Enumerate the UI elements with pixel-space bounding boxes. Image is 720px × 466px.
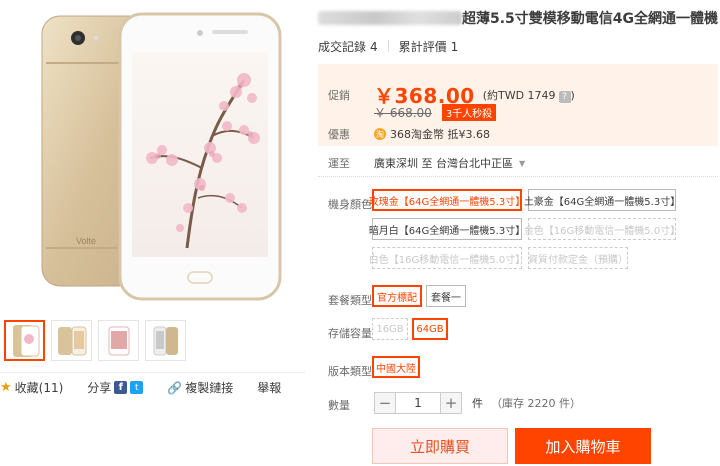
favorite-label: 收藏(11): [14, 381, 64, 395]
divider: [387, 40, 389, 52]
package-option-standard[interactable]: 官方標配: [372, 285, 422, 307]
favorite-button[interactable]: ★ 收藏(11): [0, 379, 63, 396]
share-group: 分享 f t: [87, 379, 144, 396]
stock-count: （庫存 2220 件）: [491, 397, 581, 410]
shipping-label: 運至: [328, 157, 350, 170]
main-product-image[interactable]: Volte: [12, 8, 300, 308]
shipping-destination[interactable]: 廣東深圳 至 台灣台北中正區: [374, 155, 513, 171]
report-button[interactable]: 舉報: [257, 379, 281, 396]
twd-approx: (約TWD 1749?): [483, 87, 575, 103]
color-option-gold-16g: 金色【16G移動電信一體機5.0寸】: [524, 218, 680, 240]
storage-option-16gb: 16GB: [372, 318, 408, 340]
discount-text: 368淘金幣 抵¥3.68: [390, 128, 490, 141]
facebook-icon[interactable]: f: [114, 381, 128, 394]
color-option-preorder: 資質付款定金（預購）: [528, 247, 628, 269]
original-price-row: ￥ 668.00 3千人秒殺: [374, 104, 497, 121]
svg-text:Volte: Volte: [76, 236, 96, 246]
buy-now-button[interactable]: 立即購買: [372, 428, 508, 464]
product-title: 超薄5.5寸雙模移動電信4G全網通一體機: [461, 11, 718, 27]
social-bar: ★ 收藏(11) 分享 f t 🔗 複製鏈接 舉報: [0, 372, 305, 396]
thumbnail[interactable]: [98, 320, 139, 361]
color-option-moon-white[interactable]: 暗月白【64G全網通一體機5.3寸】: [369, 218, 525, 240]
promo-label: 促銷: [328, 88, 350, 102]
sales-record[interactable]: 成交記錄 4: [318, 38, 388, 55]
shipping-row: 運至 廣東深圳 至 台灣台北中正區 ▼: [318, 152, 718, 174]
storage-label: 存儲容量: [328, 327, 372, 340]
add-to-cart-button[interactable]: 加入購物車: [515, 428, 651, 464]
storage-option-64gb[interactable]: 64GB: [412, 318, 448, 340]
sales-label: 成交記錄: [318, 40, 367, 54]
original-price: ￥ 668.00: [374, 106, 432, 120]
thumbnail-strip: [4, 320, 186, 361]
color-option-white-16g: 白色【16G移動電信一體機5.0寸】: [369, 247, 525, 269]
twd-close: ): [570, 88, 575, 102]
report-label: 舉報: [257, 381, 282, 395]
discount-label: 優惠: [328, 128, 350, 141]
product-stats: 成交記錄 4 累計評價 1: [318, 38, 468, 55]
package-option-set1[interactable]: 套餐一: [426, 285, 466, 307]
quantity-unit: 件: [472, 397, 483, 410]
reviews-label: 累計評價: [398, 40, 447, 54]
promo-badge: 3千人秒殺: [441, 104, 497, 121]
color-option-tuhao-gold[interactable]: 土豪金【64G全網通一體機5.3寸】: [524, 189, 680, 211]
link-icon: 🔗: [167, 380, 183, 395]
copy-link-button[interactable]: 🔗 複製鏈接: [167, 379, 233, 396]
reviews-count: 1: [450, 40, 459, 54]
version-label: 版本類型: [328, 365, 372, 378]
copy-link-label: 複製鏈接: [185, 381, 234, 395]
package-label: 套餐類型: [328, 294, 372, 307]
coin-icon: 淘: [374, 128, 386, 140]
quantity-stepper: − 1 + 件 （庫存 2220 件）: [374, 392, 581, 414]
chevron-down-icon[interactable]: ▼: [519, 159, 525, 168]
share-label: 分享: [87, 381, 112, 395]
thumbnail[interactable]: [51, 320, 92, 361]
thumbnail[interactable]: [145, 320, 186, 361]
divider: [318, 176, 718, 177]
plus-icon[interactable]: +: [440, 392, 462, 414]
sales-count: 4: [370, 40, 378, 54]
title-redacted: [318, 11, 462, 25]
thumbnail[interactable]: [4, 320, 45, 361]
version-option-china[interactable]: 中國大陸: [372, 356, 420, 378]
color-label: 機身顏色: [328, 198, 372, 211]
product-title-row: 超薄5.5寸雙模移動電信4G全網通一體機: [318, 8, 718, 28]
star-icon: ★: [0, 380, 12, 395]
minus-icon[interactable]: −: [374, 392, 396, 414]
review-record[interactable]: 累計評價 1: [399, 38, 469, 55]
color-option-rose-gold[interactable]: 玫瑰金【64G全網通一體機5.3寸】: [369, 189, 525, 211]
quantity-input[interactable]: 1: [396, 392, 440, 414]
twitter-icon[interactable]: t: [130, 381, 144, 394]
price-box: 促銷 ￥368.00 (約TWD 1749?) ￥ 668.00 3千人秒殺 優…: [318, 64, 718, 146]
quantity-label: 數量: [328, 399, 350, 412]
help-icon[interactable]: ?: [558, 90, 571, 103]
discount-row: 優惠 淘 368淘金幣 抵¥3.68: [328, 126, 490, 142]
twd-text: (約TWD 1749: [482, 88, 556, 102]
